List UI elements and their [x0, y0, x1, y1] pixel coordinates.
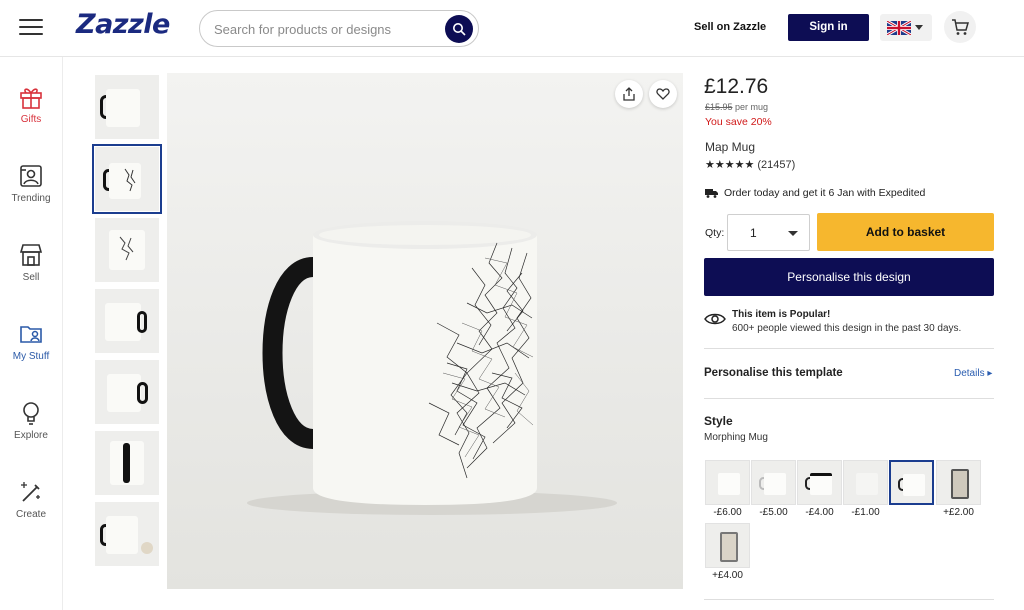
heart-icon: [656, 88, 670, 100]
product-main-image[interactable]: [167, 73, 683, 589]
menu-icon[interactable]: [19, 19, 43, 37]
savings-text: You save 20%: [705, 116, 772, 128]
nav-item-explore[interactable]: Explore: [0, 400, 62, 441]
popular-title: This item is Popular!: [732, 309, 831, 320]
nav-item-gifts[interactable]: Gifts: [0, 84, 62, 125]
delivery-text: Order today and get it 6 Jan with Expedi…: [724, 187, 926, 199]
style-selected: Morphing Mug: [704, 432, 768, 443]
favorite-button[interactable]: [649, 80, 677, 108]
price-unit: per mug: [735, 102, 769, 112]
top-header: Zazzle Sell on Zazzle Sign in: [0, 0, 1024, 57]
style-option-price: -£1.00: [851, 507, 880, 518]
popular-subtitle: 600+ people viewed this design in the pa…: [732, 323, 962, 334]
qty-value: 1: [750, 226, 757, 240]
cart-button[interactable]: [944, 11, 976, 43]
nav-label: My Stuff: [12, 351, 50, 362]
details-link[interactable]: Details ▸: [954, 368, 992, 379]
style-option-price: -£5.00: [759, 507, 788, 518]
style-option-classic-mug[interactable]: [705, 460, 750, 505]
product-name: Map Mug: [705, 140, 756, 154]
divider: [704, 599, 994, 600]
star-rating-icon: ★★★★★: [705, 159, 755, 171]
left-nav: Gifts Trending Sell My Stuff Explore Cre…: [0, 57, 63, 610]
lightbulb-icon: [23, 402, 39, 425]
uk-flag-icon: [887, 21, 911, 35]
nav-label: Explore: [14, 430, 48, 441]
gift-icon: [20, 88, 42, 109]
nav-item-sell[interactable]: Sell: [0, 242, 62, 283]
add-to-basket-button[interactable]: Add to basket: [817, 213, 994, 251]
style-option-two-tone-mug[interactable]: [797, 460, 842, 505]
locale-selector[interactable]: [880, 14, 932, 41]
nav-label: Gifts: [20, 114, 42, 125]
style-option-steel-travel-mug[interactable]: [705, 523, 750, 568]
current-price: £12.76: [704, 75, 769, 98]
shop-icon: [19, 244, 43, 266]
thumbnail-2[interactable]: [92, 144, 162, 214]
truck-icon: [705, 189, 718, 198]
thumbnail-1[interactable]: [95, 75, 159, 139]
divider: [704, 398, 994, 399]
personalise-template-heading: Personalise this template: [704, 367, 843, 379]
share-icon: [623, 87, 635, 101]
chevron-down-icon: [915, 25, 923, 30]
cart-icon: [952, 19, 969, 35]
nav-item-trending[interactable]: Trending: [0, 163, 62, 204]
style-heading: Style: [704, 414, 733, 428]
thumbnail-3[interactable]: [95, 218, 159, 282]
folder-user-icon: [20, 326, 42, 343]
divider: [704, 348, 994, 349]
style-option-frosted-mug[interactable]: [843, 460, 888, 505]
style-option-price: +£4.00: [712, 570, 743, 581]
search-button[interactable]: [445, 15, 473, 43]
style-option-price: -£6.00: [713, 507, 742, 518]
nav-label: Create: [15, 509, 46, 520]
rating[interactable]: ★★★★★ (21457): [705, 158, 795, 171]
thumbnail-5[interactable]: [95, 360, 159, 424]
review-count: (21457): [757, 159, 796, 171]
style-option-white-mug[interactable]: [751, 460, 796, 505]
search-bar: [199, 10, 479, 47]
eye-icon: [704, 313, 726, 325]
sign-in-button[interactable]: Sign in: [788, 14, 869, 41]
nav-label: Sell: [22, 272, 40, 283]
zazzle-logo[interactable]: Zazzle: [76, 9, 170, 40]
style-option-morphing-mug[interactable]: [889, 460, 934, 505]
quantity-select[interactable]: 1: [727, 214, 810, 251]
sell-on-zazzle-link[interactable]: Sell on Zazzle: [694, 21, 766, 33]
trending-icon: [20, 165, 42, 187]
map-mug-image: [247, 221, 617, 515]
thumbnail-4[interactable]: [95, 289, 159, 353]
nav-label: Trending: [11, 193, 51, 204]
thumbnail-7[interactable]: [95, 502, 159, 566]
search-icon: [453, 23, 466, 36]
original-price: £15.95 per mug: [705, 102, 768, 112]
style-option-price: -£4.00: [805, 507, 834, 518]
wand-icon: [21, 482, 40, 502]
nav-item-create[interactable]: Create: [0, 479, 62, 520]
thumbnail-6[interactable]: [95, 431, 159, 495]
style-option-price: +£2.00: [943, 507, 974, 518]
personalise-design-button[interactable]: Personalise this design: [704, 258, 994, 296]
search-input[interactable]: [214, 19, 439, 39]
style-option-travel-mug[interactable]: [936, 460, 981, 505]
chevron-down-icon: [788, 231, 798, 236]
delivery-info: Order today and get it 6 Jan with Expedi…: [705, 187, 925, 199]
nav-item-my-stuff[interactable]: My Stuff: [0, 321, 62, 362]
share-button[interactable]: [615, 80, 643, 108]
qty-label: Qty:: [705, 227, 725, 239]
original-price-value: £15.95: [705, 102, 733, 112]
